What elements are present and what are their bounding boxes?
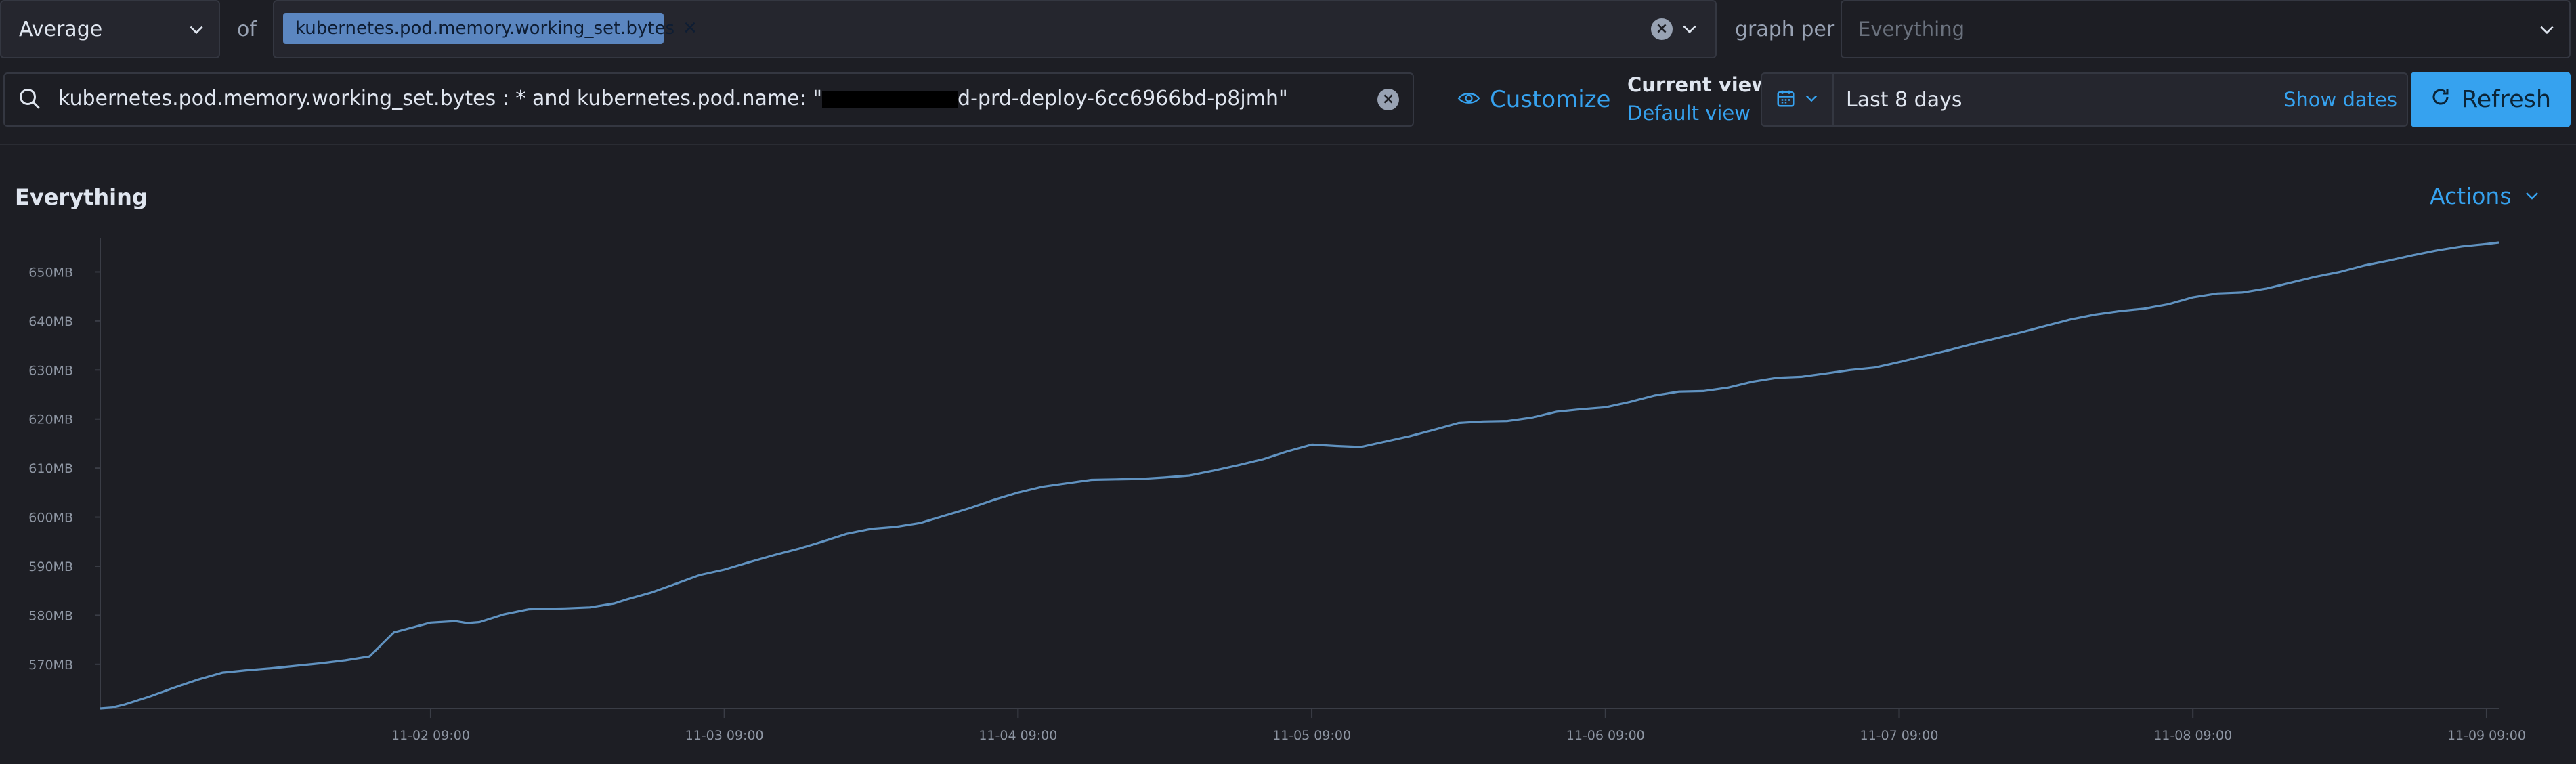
header-divider (0, 144, 2576, 145)
eye-icon (1457, 86, 1480, 113)
current-view-title: Current view (1627, 73, 1770, 96)
x-tick-label: 11-03 09:00 (685, 728, 764, 743)
y-tick-label: 630MB (28, 363, 73, 378)
graph-per-label: graph per (1735, 18, 1835, 41)
show-dates-link[interactable]: Show dates (2283, 88, 2397, 111)
y-tick-label: 610MB (28, 461, 73, 476)
actions-button[interactable]: Actions (2430, 183, 2540, 209)
refresh-label: Refresh (2461, 86, 2552, 113)
of-label: of (237, 18, 257, 41)
metrics-chevron-down-icon[interactable] (1681, 20, 1698, 41)
clear-metrics-icon[interactable]: × (1651, 18, 1673, 40)
graph-per-placeholder: Everything (1858, 18, 1965, 41)
chevron-down-icon (188, 20, 205, 44)
clear-query-icon[interactable]: × (1377, 89, 1399, 110)
redacted-block (822, 90, 958, 108)
metric-pill[interactable]: kubernetes.pod.memory.working_set.bytes … (283, 13, 697, 44)
actions-chevron-down-icon (2524, 183, 2540, 209)
y-tick-label: 620MB (28, 412, 73, 427)
quick-select-chevron-icon (1804, 91, 1819, 108)
query-text: kubernetes.pod.memory.working_set.bytes … (58, 87, 1288, 110)
actions-label: Actions (2430, 183, 2512, 209)
customize-button[interactable]: Customize (1457, 84, 1610, 115)
graph-per-select[interactable]: Everything (1841, 0, 2571, 58)
x-tick-label: 11-02 09:00 (391, 728, 470, 743)
memory-line-chart: 570MB 580MB 590MB 600MB 610MB 620MB 630MB 640MB… (28, 238, 2526, 743)
search-icon (18, 87, 42, 114)
query-suffix: d-prd-deploy-6cc6966bd-p8jmh" (958, 87, 1288, 110)
x-tick-label: 11-04 09:00 (979, 728, 1057, 743)
query-prefix: kubernetes.pod.memory.working_set.bytes … (58, 87, 823, 110)
date-range-text: Last 8 days (1846, 88, 1962, 112)
y-tick-label: 640MB (28, 314, 73, 329)
customize-label: Customize (1490, 86, 1611, 113)
chart-title: Everything (15, 184, 148, 210)
y-tick-label: 570MB (28, 658, 73, 673)
quick-select-button[interactable] (1762, 74, 1834, 125)
remove-metric-icon[interactable]: ✕ (683, 18, 697, 39)
y-tick-label: 590MB (28, 559, 73, 574)
default-view-link[interactable]: Default view (1627, 102, 1751, 125)
y-tick-label: 600MB (28, 511, 73, 526)
aggregation-select[interactable]: Average (0, 0, 220, 58)
graph-per-chevron-down-icon (2538, 20, 2556, 43)
y-tick-label: 650MB (28, 265, 73, 280)
y-tick-label: 580MB (28, 608, 73, 623)
x-tick-label: 11-09 09:00 (2447, 728, 2526, 743)
x-tick-label: 11-05 09:00 (1272, 728, 1351, 743)
aggregation-value: Average (19, 17, 103, 41)
refresh-button[interactable]: Refresh (2411, 72, 2571, 127)
x-tick-label: 11-07 09:00 (1860, 728, 1938, 743)
metric-pill-label: kubernetes.pod.memory.working_set.bytes (295, 18, 675, 39)
x-tick-label: 11-08 09:00 (2153, 728, 2232, 743)
series-line (100, 241, 2499, 710)
calendar-icon (1776, 88, 1796, 111)
x-tick-label: 11-06 09:00 (1566, 728, 1645, 743)
refresh-icon (2430, 86, 2451, 113)
